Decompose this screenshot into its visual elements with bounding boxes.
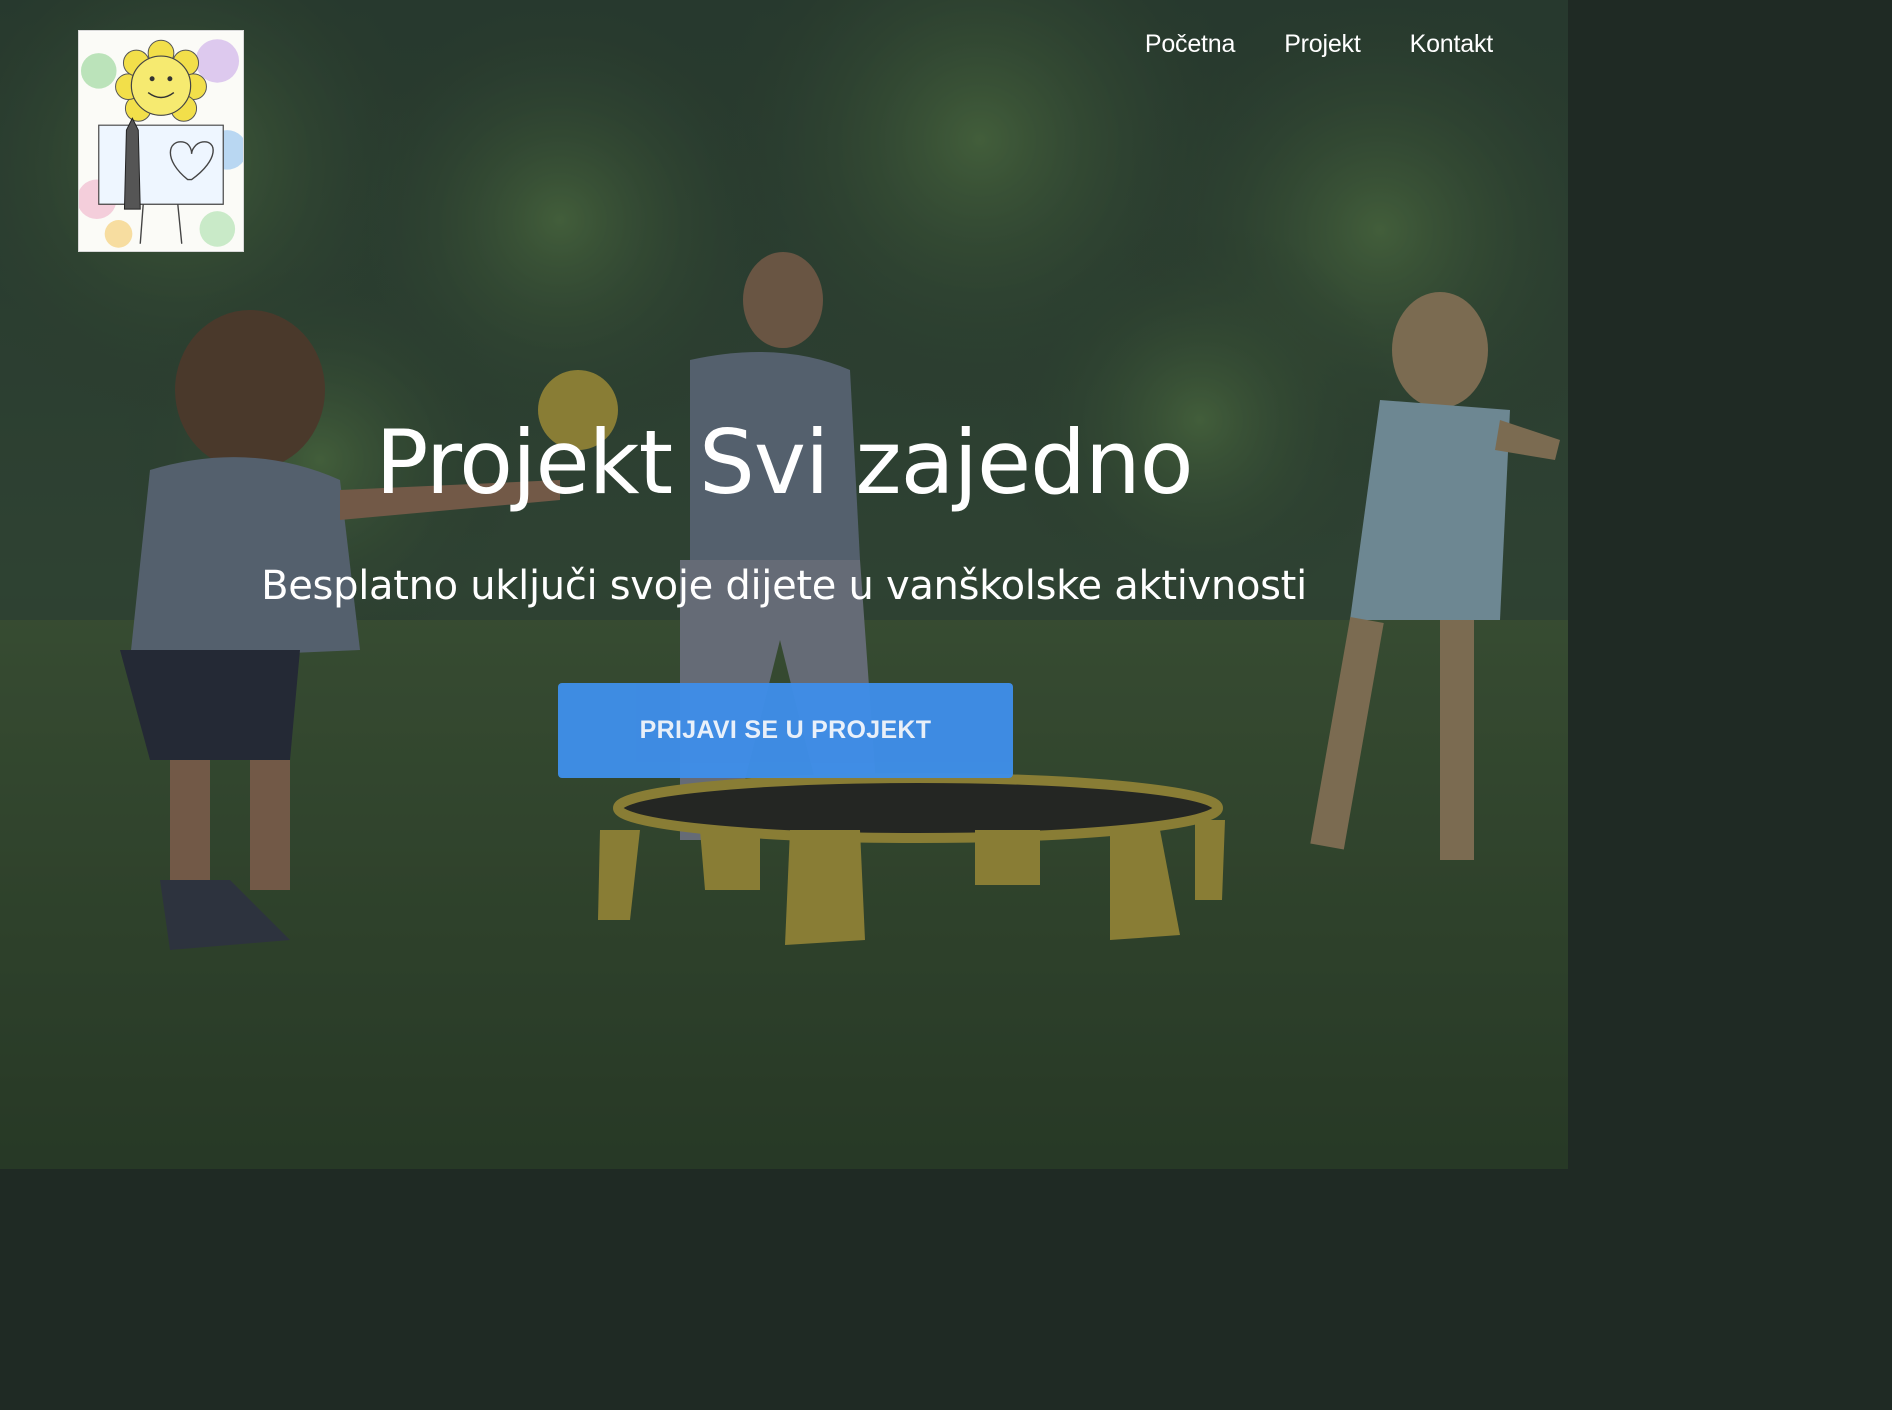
site-logo[interactable] xyxy=(78,30,244,252)
nav-item-projekt[interactable]: Projekt xyxy=(1284,27,1361,61)
nav-item-kontakt[interactable]: Kontakt xyxy=(1410,27,1494,61)
child-drawing-logo-icon xyxy=(79,31,243,251)
nav-item-pocetna[interactable]: Početna xyxy=(1145,27,1236,61)
hero-subtitle: Besplatno uključi svoje dijete u vanškol… xyxy=(261,563,1307,609)
hero-section: Početna Projekt Kontakt Projekt Svi zaje… xyxy=(0,0,1568,1169)
hero-title: Projekt Svi zajedno xyxy=(375,411,1193,514)
main-nav: Početna Projekt Kontakt xyxy=(1145,27,1493,61)
signup-button[interactable]: PRIJAVI SE U PROJEKT xyxy=(558,683,1013,778)
